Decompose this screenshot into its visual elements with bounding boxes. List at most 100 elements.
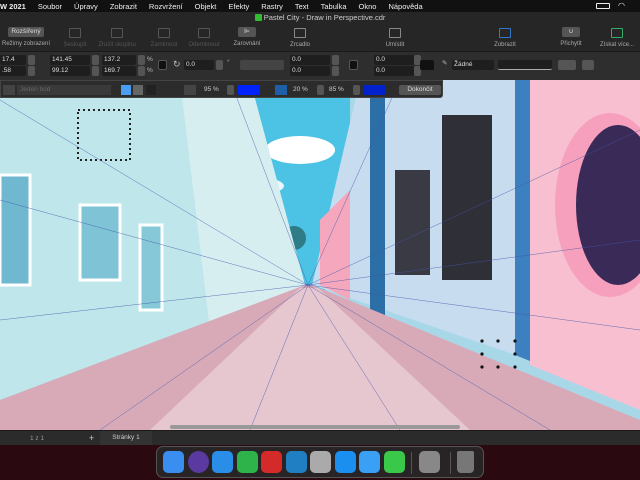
corner-field-4[interactable]: 0.0 (374, 66, 414, 76)
mirror-icon (294, 28, 306, 38)
scale-x-field[interactable]: 137.2 (102, 55, 136, 65)
menu-tabulka[interactable]: Tabulka (315, 2, 353, 11)
display-group[interactable]: Zobrazit (470, 24, 540, 52)
perspective-mode-dropdown[interactable]: Jeden bod (17, 85, 111, 95)
ungroup-button[interactable]: Zrušit skupinu (94, 24, 140, 52)
lock-button[interactable]: Zamknout (146, 24, 182, 52)
download-icon (611, 28, 623, 38)
y-field[interactable]: .58 (0, 66, 26, 76)
font-manager-icon[interactable] (286, 451, 307, 473)
opacity-stepper-3[interactable] (353, 85, 360, 95)
dock-divider (450, 452, 451, 474)
menu-objekt[interactable]: Objekt (189, 2, 223, 11)
grid-color-swatch[interactable] (238, 85, 260, 95)
scale-y-stepper[interactable] (138, 66, 145, 76)
system-preferences-icon[interactable] (419, 451, 440, 473)
arrange-group[interactable]: Umístit (340, 24, 450, 52)
height-field[interactable]: 99.12 (50, 66, 90, 76)
wifi-icon[interactable]: ◠ (618, 1, 625, 10)
scale-y-field[interactable]: 169.7 (102, 66, 136, 76)
trash-icon[interactable] (457, 451, 474, 473)
coreldraw-icon[interactable] (237, 451, 258, 473)
ungroup-label: Zrušit skupinu (98, 42, 136, 48)
lock-icon (158, 28, 170, 38)
plane-color-swatch[interactable] (363, 85, 385, 95)
opacity-stepper-1[interactable] (227, 85, 234, 95)
unlock-button[interactable]: Odemknout (184, 24, 224, 52)
menu-soubor[interactable]: Soubor (32, 2, 68, 11)
horizontal-scrollbar[interactable] (170, 425, 460, 429)
outline-width-dropdown[interactable]: Žádné (452, 60, 494, 70)
get-more-label: Získat více... (599, 42, 634, 48)
done-button[interactable]: Dokončit (399, 85, 441, 95)
height-stepper[interactable] (92, 66, 99, 76)
corner-field-2[interactable]: 0.0 (290, 66, 330, 76)
snap-button[interactable]: ∪ Přichytit (556, 24, 586, 52)
scale-corners-button[interactable] (349, 60, 358, 70)
percent-x: % (147, 56, 153, 63)
finder-icon[interactable] (163, 451, 184, 473)
wrap-path-button[interactable] (420, 60, 434, 70)
line-style-dropdown[interactable] (498, 60, 552, 70)
width-field[interactable]: 141.45 (50, 55, 90, 65)
x-field[interactable]: 17.4 (0, 55, 26, 65)
menu-zobrazit[interactable]: Zobrazit (104, 2, 143, 11)
settings-button[interactable] (582, 60, 594, 70)
edit-mode-button-2[interactable] (133, 85, 143, 95)
group-label: Seskupit (63, 42, 87, 48)
messages-icon[interactable] (384, 451, 405, 473)
y-stepper[interactable] (28, 66, 35, 76)
edit-mode-button[interactable] (121, 85, 131, 95)
mirror-button[interactable]: Zrcadlo (276, 24, 324, 52)
photo-booth-icon[interactable] (261, 451, 282, 473)
menu-efekty[interactable]: Efekty (222, 2, 255, 11)
get-more-button[interactable]: Získat více... (594, 24, 640, 52)
corner-type-buttons[interactable] (240, 60, 284, 70)
launchpad-icon[interactable] (310, 451, 331, 473)
siri-icon[interactable] (188, 451, 209, 473)
arrowhead-dropdown[interactable] (558, 60, 576, 70)
corner-stepper-2[interactable] (332, 66, 339, 76)
view-mode-dropdown[interactable]: Rozšířený (8, 27, 44, 37)
app-store-icon[interactable] (335, 451, 356, 473)
rotation-stepper[interactable] (216, 60, 223, 70)
perspective-icon (3, 85, 15, 95)
menu-okno[interactable]: Okno (353, 2, 383, 11)
rotation-field[interactable]: 0.0 (184, 60, 214, 70)
dock (156, 446, 484, 478)
group-button[interactable]: Seskupit (58, 24, 92, 52)
pen-icon: ✎ (442, 60, 448, 67)
menu-upravy[interactable]: Úpravy (68, 2, 104, 11)
menu-rozvrzeni[interactable]: Rozvržení (143, 2, 189, 11)
opacity-stepper-2[interactable] (317, 85, 324, 95)
document-icon (254, 14, 262, 21)
safari-icon[interactable] (212, 451, 233, 473)
mail-icon[interactable] (359, 451, 380, 473)
group-icon (69, 28, 81, 38)
drawing-canvas[interactable] (0, 80, 640, 430)
corner-stepper-1[interactable] (332, 55, 339, 65)
scale-x-stepper[interactable] (138, 55, 145, 65)
corner-field-3[interactable]: 0.0 (374, 55, 414, 65)
view-modes[interactable]: Rozšířený Režimy zobrazení (0, 24, 52, 52)
menu-napoveda[interactable]: Nápověda (382, 2, 428, 11)
opacity-field-1[interactable]: 95 % (204, 85, 219, 95)
app-menu[interactable]: W 2021 (0, 2, 32, 11)
add-page-button[interactable]: + (89, 433, 94, 443)
edit-mode-button-3[interactable] (146, 85, 156, 95)
align-button[interactable]: ⊫ Zarovnání (228, 24, 266, 52)
perspective-property-bar: Jeden bod 95 % 20 % 85 % Dokončit (0, 80, 443, 98)
window (138, 223, 164, 312)
x-stepper[interactable] (28, 55, 35, 65)
page-tab[interactable]: Stránky 1 (100, 431, 152, 445)
menu-text[interactable]: Text (289, 2, 315, 11)
battery-icon[interactable] (596, 3, 610, 9)
corner-field-1[interactable]: 0.0 (290, 55, 330, 65)
lock-ratio-button[interactable] (158, 60, 167, 70)
opacity-field-3[interactable]: 85 % (329, 85, 344, 95)
window (78, 203, 122, 282)
menu-rastry[interactable]: Rastry (255, 2, 289, 11)
width-stepper[interactable] (92, 55, 99, 65)
opacity-field-2[interactable]: 20 % (293, 85, 308, 95)
page-count: 1 z 1 (30, 435, 45, 442)
